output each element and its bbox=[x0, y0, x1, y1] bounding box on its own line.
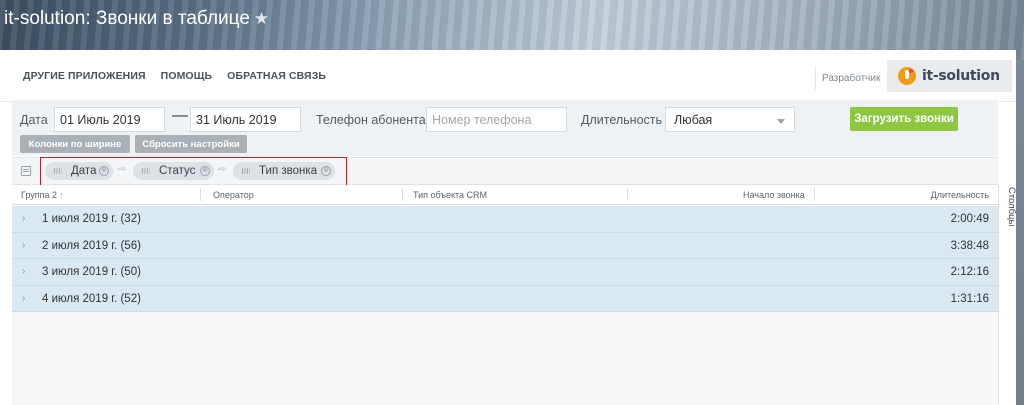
empty-table-area bbox=[12, 312, 998, 405]
close-circle-icon[interactable]: ⊗ bbox=[321, 166, 331, 176]
load-calls-button[interactable]: Загрузить звонки bbox=[850, 107, 958, 131]
table-row[interactable]: › 1 июля 2019 г. (32) 2:00:49 bbox=[12, 206, 998, 233]
column-divider[interactable] bbox=[402, 188, 403, 201]
column-header-group[interactable]: Группа 2 ↑ bbox=[21, 190, 64, 200]
chevron-right-icon[interactable]: › bbox=[22, 240, 25, 251]
date-to-input[interactable]: 31 Июль 2019 bbox=[190, 107, 301, 132]
fit-columns-button[interactable]: Колонки по ширине bbox=[20, 135, 130, 153]
column-header-operator[interactable]: Оператор bbox=[213, 190, 254, 200]
star-icon[interactable]: ★ bbox=[254, 9, 269, 28]
group-chip-call-type[interactable]: Тип звонка ⊗ bbox=[233, 162, 335, 180]
column-divider[interactable] bbox=[814, 188, 815, 201]
group-chip-status[interactable]: Статус ⊗ bbox=[133, 162, 214, 180]
developer-label: Разработчик bbox=[815, 66, 885, 90]
columns-side-panel: Столбцы bbox=[998, 185, 1017, 405]
duration-select[interactable]: Любая bbox=[665, 107, 795, 132]
top-navigation: ДРУГИЕ ПРИЛОЖЕНИЯ ПОМОЩЬ ОБРАТНАЯ СВЯЗЬ … bbox=[0, 50, 1016, 102]
drag-handle-icon[interactable] bbox=[242, 168, 250, 174]
group-label: 2 июля 2019 г. (56) bbox=[42, 239, 141, 252]
date-label: Дата bbox=[20, 113, 48, 127]
drag-handle-icon[interactable] bbox=[142, 168, 150, 174]
column-header-call-start[interactable]: Начало звонка bbox=[743, 190, 805, 200]
duration-cell: 2:00:49 bbox=[950, 213, 989, 225]
column-header-crm-type[interactable]: Тип объекта CRM bbox=[413, 190, 487, 200]
it-solution-logo-icon bbox=[898, 67, 916, 85]
phone-input[interactable]: Номер телефона bbox=[426, 107, 567, 132]
grouping-panel-icon[interactable] bbox=[21, 166, 31, 176]
close-circle-icon[interactable]: ⊗ bbox=[200, 166, 210, 176]
sort-ascending-icon: ↑ bbox=[59, 190, 65, 200]
duration-cell: 1:31:16 bbox=[950, 292, 989, 305]
duration-label: Длительность bbox=[581, 113, 663, 127]
column-divider[interactable] bbox=[200, 188, 201, 201]
page-title: it-solution: Звонки в таблице bbox=[4, 8, 250, 29]
chevron-right-icon[interactable]: › bbox=[22, 213, 25, 224]
table-header: Группа 2 ↑ Оператор Тип объекта CRM Нача… bbox=[12, 185, 998, 205]
group-label: 3 июля 2019 г. (50) bbox=[42, 266, 141, 278]
group-chip-date[interactable]: Дата ⊗ bbox=[45, 162, 113, 180]
group-label: 4 июля 2019 г. (52) bbox=[42, 292, 141, 305]
group-chip-label: Тип звонка bbox=[259, 165, 318, 177]
group-chip-label: Статус bbox=[159, 165, 196, 177]
close-circle-icon[interactable]: ⊗ bbox=[99, 166, 109, 176]
column-header-duration[interactable]: Длительность bbox=[931, 190, 989, 200]
brand-logo[interactable]: it-solution bbox=[887, 60, 1012, 92]
chevron-right-icon[interactable]: › bbox=[22, 293, 25, 304]
nav-link-other-apps[interactable]: ДРУГИЕ ПРИЛОЖЕНИЯ bbox=[23, 70, 146, 82]
arrow-right-icon: ⇨ bbox=[218, 164, 227, 175]
date-separator: — bbox=[172, 107, 188, 124]
duration-cell: 2:12:16 bbox=[950, 266, 989, 278]
table-body: › 1 июля 2019 г. (32) 2:00:49 › 2 июля 2… bbox=[12, 206, 998, 312]
chevron-down-icon bbox=[777, 119, 785, 124]
nav-link-help[interactable]: ПОМОЩЬ bbox=[161, 70, 212, 82]
column-divider[interactable] bbox=[627, 188, 628, 201]
nav-link-feedback[interactable]: ОБРАТНАЯ СВЯЗЬ bbox=[227, 70, 326, 82]
filter-panel: Дата 01 Июль 2019 — 31 Июль 2019 Телефон… bbox=[12, 100, 998, 156]
page-header: it-solution: Звонки в таблице ★ bbox=[0, 0, 1024, 48]
arrow-right-icon: ⇨ bbox=[118, 164, 127, 175]
table-row[interactable]: › 2 июля 2019 г. (56) 3:38:48 bbox=[12, 232, 998, 259]
drag-handle-icon[interactable] bbox=[54, 168, 62, 174]
table-row[interactable]: › 4 июля 2019 г. (52) 1:31:16 bbox=[12, 285, 998, 312]
phone-label: Телефон абонента bbox=[316, 113, 426, 127]
duration-select-value: Любая bbox=[674, 113, 713, 127]
duration-cell: 3:38:48 bbox=[950, 239, 989, 252]
group-label: 1 июля 2019 г. (32) bbox=[42, 213, 141, 225]
brand-name: it-solution bbox=[922, 68, 1000, 84]
table-row[interactable]: › 3 июля 2019 г. (50) 2:12:16 bbox=[12, 259, 998, 286]
group-chip-label: Дата bbox=[71, 165, 97, 177]
columns-panel-tab[interactable]: Столбцы bbox=[1000, 185, 1017, 231]
chevron-right-icon[interactable]: › bbox=[22, 266, 25, 277]
grouping-panel: Дата ⊗ ⇨ Статус ⊗ ⇨ Тип звонка ⊗ bbox=[12, 157, 998, 186]
reset-settings-button[interactable]: Сбросить настройки bbox=[135, 135, 247, 153]
date-from-input[interactable]: 01 Июль 2019 bbox=[54, 107, 165, 132]
